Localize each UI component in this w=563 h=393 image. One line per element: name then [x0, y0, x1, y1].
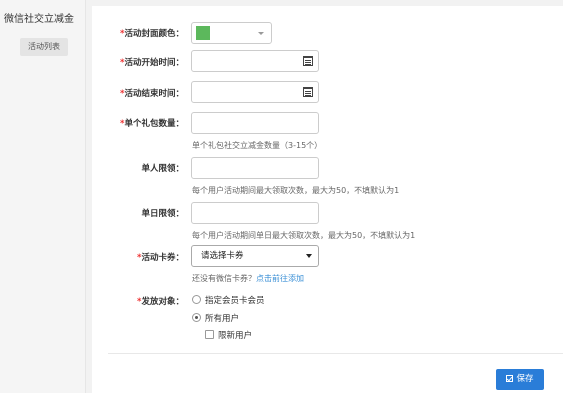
card-select[interactable]: 请选择卡券	[191, 245, 319, 267]
per-day-limit-label: 单日限领：	[141, 209, 184, 219]
per-user-limit-label: 单人限领：	[141, 164, 184, 174]
gift-count-label: *单个礼包数量：	[120, 119, 184, 129]
divider	[108, 353, 563, 354]
per-day-limit-hint: 每个用户活动期间单日最大领取次数，最大为50，不填默认为1	[192, 231, 416, 240]
audience-radio-member[interactable]	[192, 295, 201, 304]
gift-count-hint: 单个礼包社交立减金数量（3-15个）	[192, 141, 323, 150]
start-time-label: *活动开始时间：	[120, 58, 184, 68]
caret-down-icon	[306, 254, 312, 258]
per-day-limit-input[interactable]	[191, 202, 319, 224]
card-select-value: 请选择卡券	[201, 251, 244, 261]
check-square-icon	[506, 375, 514, 382]
gift-count-input[interactable]	[191, 112, 319, 134]
cover-color-label: *活动封面颜色：	[120, 29, 184, 39]
color-swatch	[196, 26, 210, 40]
app-title: 微信社交立减金	[4, 14, 74, 25]
sidebar-item-activity-list[interactable]: 活动列表	[20, 38, 68, 56]
card-hint: 还没有微信卡券？点击前往添加	[192, 274, 304, 283]
save-button[interactable]: 保存	[496, 369, 544, 390]
per-user-limit-hint: 每个用户活动期间最大领取次数，最大为50，不填默认为1	[192, 186, 400, 195]
new-users-only-checkbox[interactable]	[205, 330, 214, 339]
add-card-link[interactable]: 点击前往添加	[256, 274, 304, 283]
audience-option-all-label[interactable]: 所有用户	[205, 312, 239, 324]
new-users-only-label[interactable]: 限新用户	[218, 329, 252, 341]
end-time-input[interactable]	[191, 81, 319, 103]
card-label: *活动卡券：	[137, 253, 184, 263]
calendar-icon[interactable]	[303, 56, 313, 66]
start-time-input[interactable]	[191, 50, 319, 72]
cover-color-picker[interactable]	[191, 22, 272, 44]
end-time-label: *活动结束时间：	[120, 89, 184, 99]
per-user-limit-input[interactable]	[191, 157, 319, 179]
audience-label: *发放对象：	[137, 297, 184, 307]
calendar-icon[interactable]	[303, 87, 313, 97]
audience-radio-all[interactable]	[192, 313, 201, 322]
audience-option-member-label[interactable]: 指定会员卡会员	[205, 294, 265, 306]
chevron-down-icon	[258, 32, 264, 35]
